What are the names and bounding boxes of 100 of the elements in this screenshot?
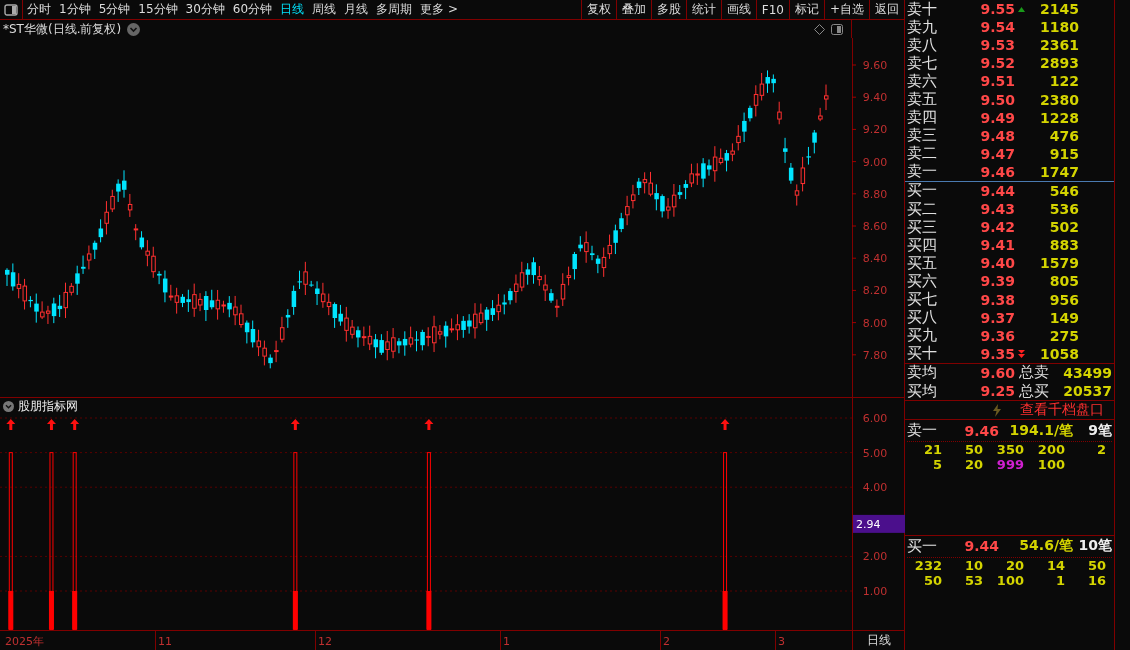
chevron-down-icon[interactable] [3,400,14,412]
price-value: 9.53 [979,37,1015,54]
order-size: 20 [1004,557,1025,573]
total-value: 20537 [1062,383,1112,399]
total-label: 总买 [1018,381,1050,401]
order-size: 999 [995,457,1025,473]
depth-link[interactable]: 查看千档盘口 [1020,401,1104,420]
current-value-label: 2.94 [856,517,881,531]
price-value: 9.39 [979,273,1015,290]
level-label: 卖二 [907,144,938,163]
level-label: 买八 [907,308,938,327]
period-tab[interactable]: 周线 [308,0,341,19]
date-label: 3 [778,634,785,648]
volume-value: 122 [1048,73,1079,90]
order-size: 50 [963,442,984,458]
lightning-icon [992,403,1002,417]
total-value: 43499 [1062,364,1112,381]
price-value: 9.41 [979,237,1015,254]
period-tab[interactable]: 30分钟 [181,0,229,19]
volume-value: 805 [1048,273,1079,290]
level-label: 卖四 [907,108,938,127]
period-tab[interactable]: 15分钟 [134,0,182,19]
volume-value: 883 [1048,237,1079,254]
volume-value: 2380 [1039,91,1079,108]
date-label: 11 [158,634,172,648]
panel-toggle-icon[interactable] [4,3,18,16]
price-value: 9.40 [979,255,1015,272]
toolbar-button[interactable]: 画线 [720,0,756,19]
price-tick-label: 7.80 [862,348,888,362]
arrow-up-icon [1017,6,1025,12]
toolbar-button[interactable]: 统计 [685,0,721,19]
price-value: 9.38 [979,291,1015,308]
level-label: 买五 [907,253,938,273]
chevron-down-icon[interactable] [127,22,141,36]
period-tab[interactable]: 更多 > [416,0,462,19]
toolbar-button[interactable]: 复权 [580,0,616,19]
price-value: 9.50 [979,91,1015,108]
average-value: 54.6/笔 [1018,537,1073,556]
toolbar-button[interactable]: 返回 [869,0,904,19]
order-size: 350 [995,442,1025,458]
order-size: 16 [1086,572,1107,588]
order-size: 5 [931,457,943,473]
toolbar-button[interactable]: 多股 [650,0,686,19]
volume-value: 476 [1048,127,1079,144]
base-bar [48,591,54,630]
toolbar-button[interactable]: 叠加 [615,0,651,19]
volume-value: 2145 [1039,1,1079,18]
price-value: 9.46 [979,163,1015,180]
queue-label: 买一 [907,536,938,556]
period-tab[interactable]: 5分钟 [94,0,135,19]
toolbar-button[interactable]: F10 [755,0,789,19]
period-tab[interactable]: 60分钟 [228,0,277,19]
price-tick-label: 9.20 [862,123,888,137]
indicator-tick-label: 6.00 [862,412,888,425]
volume-value: 275 [1048,327,1079,344]
price-tick-label: 9.00 [862,155,888,169]
volume-value: 502 [1048,219,1079,236]
order-size: 50 [1086,557,1107,573]
level-label: 买九 [907,326,938,345]
level-label: 卖十 [907,0,938,19]
toolbar-button[interactable]: +自选 [823,0,869,19]
volume-value: 956 [1048,291,1079,308]
period-tab[interactable]: 分时 [23,0,55,19]
price-value: 9.42 [979,219,1015,236]
volume-value: 2361 [1039,37,1079,54]
price-value: 9.52 [979,55,1015,72]
level-label: 卖六 [907,71,938,91]
volume-value: 149 [1048,309,1079,326]
volume-value: 536 [1048,201,1079,218]
price-value: 9.51 [979,73,1015,90]
toolbar-button[interactable]: 标记 [788,0,824,19]
volume-value: 1228 [1039,109,1079,126]
price-value: 9.37 [979,309,1015,326]
total-label: 总卖 [1018,363,1050,383]
period-tab[interactable]: 多周期 [372,0,417,19]
level-label: 买十 [907,344,938,364]
period-tab[interactable]: 1分钟 [55,0,95,19]
order-size: 2 [1095,442,1107,458]
arrow-up-icon [6,419,16,430]
panel-toggle-icon[interactable] [831,23,843,35]
indicator-title: 股朋指标网 [18,399,78,413]
volume-value: 546 [1048,183,1079,199]
price-tick-label: 8.60 [862,220,888,233]
period-tab[interactable]: 月线 [340,0,373,19]
price-value: 9.35 [979,345,1015,362]
order-size: 20 [963,457,984,473]
date-label: 2 [663,634,670,648]
volume-value: 1180 [1039,19,1079,36]
order-size: 53 [963,572,984,588]
level-label: 买一 [907,181,938,201]
price-tick-label: 8.00 [862,316,888,330]
period-tab[interactable]: 日线 [276,0,309,19]
price-tick-label: 8.40 [862,252,888,266]
arrow-up-icon [46,419,56,430]
volume-value: 2893 [1039,55,1079,72]
price-value: 9.49 [979,109,1015,126]
indicator-tick-label: 2.00 [862,550,888,564]
level-label: 买四 [907,235,938,255]
diamond-icon[interactable] [814,23,825,35]
price-tick-label: 8.80 [862,187,888,201]
